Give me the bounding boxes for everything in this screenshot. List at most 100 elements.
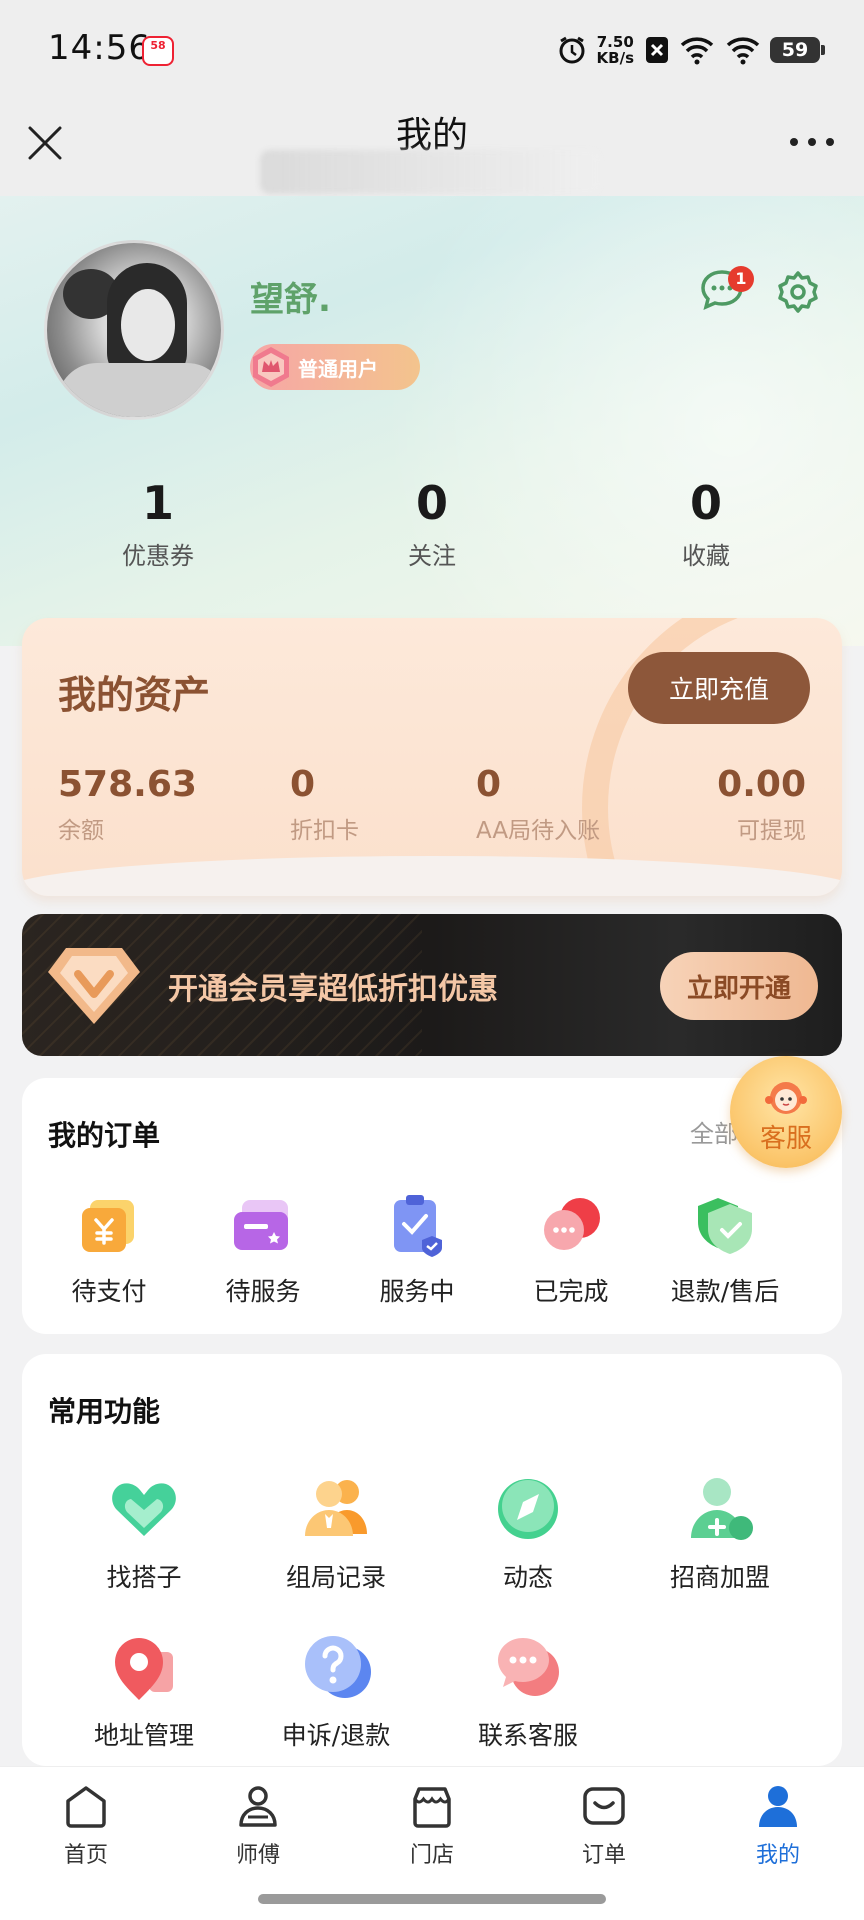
- order-label: 待支付: [71, 1277, 147, 1306]
- question-icon: [305, 1636, 371, 1698]
- order-label: 退款/售后: [670, 1277, 780, 1306]
- order-label: 已完成: [533, 1277, 609, 1306]
- tab-label: 我的: [755, 1843, 800, 1868]
- home-indicator[interactable]: [258, 1894, 606, 1904]
- stat-label: 优惠券: [122, 542, 194, 570]
- stat-label: 关注: [408, 542, 456, 570]
- function-label: 找搭子: [106, 1563, 182, 1592]
- functions-card: 常用功能 找搭子 组局记录 动态 招商加盟 地址管理 申诉/退款 联系客服: [22, 1354, 842, 1766]
- order-label: 服务中: [379, 1277, 455, 1306]
- asset-label: AA局待入账: [476, 818, 601, 844]
- function-label: 地址管理: [93, 1721, 194, 1750]
- asset-value: 0: [290, 764, 316, 805]
- function-label: 招商加盟: [669, 1563, 770, 1592]
- battery-icon: 59: [770, 37, 825, 63]
- tab-label: 门店: [409, 1843, 454, 1868]
- function-address[interactable]: 地址管理: [54, 1628, 234, 1752]
- group-icon: [305, 1480, 367, 1536]
- stat-coupons[interactable]: 1 优惠券: [58, 476, 258, 571]
- profile-stats: 1 优惠券 0 关注 0 收藏: [0, 476, 864, 586]
- asset-balance[interactable]: 578.63 余额: [58, 764, 197, 845]
- tab-orders[interactable]: 订单: [544, 1781, 664, 1869]
- vip-badge-icon: [48, 948, 140, 1024]
- asset-label: 可提现: [737, 818, 806, 844]
- blurred-area: [260, 150, 600, 194]
- order-completed[interactable]: 已完成: [496, 1190, 646, 1308]
- status-bar: 14:56 58 7.50 KB/s 59: [0, 0, 864, 100]
- assets-card: 我的资产 立即充值 578.63 余额 0 折扣卡 0 AA局待入账 0.00 可提现: [22, 618, 842, 896]
- tab-home[interactable]: 首页: [26, 1781, 146, 1869]
- function-franchise[interactable]: 招商加盟: [630, 1470, 810, 1594]
- function-contact-service[interactable]: 联系客服: [438, 1628, 618, 1752]
- gear-icon[interactable]: [776, 270, 820, 314]
- add-user-icon: [691, 1478, 753, 1540]
- sim-off-icon: [646, 37, 668, 63]
- order-refund-aftersale[interactable]: 退款/售后: [650, 1190, 800, 1308]
- profile-header: 望舒. 普通用户 1 1 优惠券 0 关注 0 收藏: [0, 196, 864, 646]
- function-label: 联系客服: [477, 1721, 578, 1750]
- vip-banner[interactable]: 开通会员享超低折扣优惠 立即开通: [22, 914, 842, 1056]
- avatar[interactable]: [44, 240, 224, 420]
- function-moments[interactable]: 动态: [438, 1470, 618, 1594]
- home-icon: [66, 1786, 106, 1828]
- functions-title: 常用功能: [48, 1395, 161, 1428]
- customer-service-label: 客服: [759, 1124, 812, 1154]
- tab-masters[interactable]: 师傅: [198, 1781, 318, 1869]
- tab-label: 师傅: [235, 1843, 280, 1868]
- more-icon[interactable]: [786, 134, 838, 150]
- open-vip-button[interactable]: 立即开通: [660, 952, 818, 1020]
- asset-discount-card[interactable]: 0 折扣卡: [290, 764, 359, 845]
- asset-value: 0: [476, 764, 502, 805]
- yen-wallet-icon: [82, 1200, 134, 1252]
- recharge-button[interactable]: 立即充值: [628, 652, 810, 724]
- store-icon: [413, 1787, 451, 1828]
- app-logo-icon: 58: [142, 36, 174, 66]
- tab-label: 订单: [581, 1843, 626, 1868]
- function-find-partner[interactable]: 找搭子: [54, 1470, 234, 1594]
- tab-stores[interactable]: 门店: [372, 1781, 492, 1869]
- crown-icon: [246, 342, 296, 392]
- order-pending-service[interactable]: 待服务: [188, 1190, 338, 1308]
- asset-withdrawable[interactable]: 0.00 可提现: [717, 764, 806, 845]
- function-appeal-refund[interactable]: 申诉/退款: [246, 1628, 426, 1752]
- chat-bubbles-icon: [544, 1198, 600, 1250]
- handshake-icon: [112, 1483, 176, 1536]
- order-label: 待服务: [225, 1277, 301, 1306]
- asset-aa-pending[interactable]: 0 AA局待入账: [476, 764, 600, 845]
- alarm-icon: [559, 36, 585, 64]
- member-level-badge: 普通用户: [250, 344, 420, 390]
- asset-value: 578.63: [58, 764, 197, 805]
- compass-icon: [498, 1479, 558, 1539]
- stat-label: 收藏: [682, 542, 730, 570]
- username[interactable]: 望舒.: [250, 272, 331, 321]
- stat-following[interactable]: 0 关注: [332, 476, 532, 571]
- tab-label: 首页: [63, 1843, 108, 1868]
- network-speed: 7.50 KB/s: [596, 33, 634, 67]
- order-pending-payment[interactable]: 待支付: [34, 1190, 184, 1308]
- status-time: 14:56: [48, 28, 151, 68]
- location-icon: [115, 1638, 173, 1700]
- function-label: 动态: [502, 1563, 553, 1592]
- order-in-service[interactable]: 服务中: [342, 1190, 492, 1308]
- wifi-plus-icon: [680, 37, 714, 65]
- member-level-label: 普通用户: [298, 356, 378, 381]
- orders-title: 我的订单: [48, 1119, 161, 1152]
- orders-card: 我的订单 全部 待支付 待服务 服务中 已完成 退款/售后: [22, 1078, 842, 1334]
- vip-promo-text: 开通会员享超低折扣优惠: [168, 972, 498, 1007]
- status-icons: 7.50 KB/s 59: [557, 30, 825, 70]
- card-icon: [234, 1200, 288, 1250]
- asset-value: 0.00: [717, 764, 806, 805]
- clipboard-check-icon: [394, 1195, 442, 1257]
- stat-value: 0: [415, 476, 448, 530]
- stat-favorites[interactable]: 0 收藏: [606, 476, 806, 571]
- customer-service-float-button[interactable]: 客服: [730, 1056, 842, 1168]
- order-bag-icon: [583, 1787, 625, 1825]
- chat-icon: [498, 1638, 559, 1696]
- function-group-records[interactable]: 组局记录: [246, 1470, 426, 1594]
- stat-value: 0: [689, 476, 722, 530]
- stat-value: 1: [141, 476, 174, 530]
- tab-mine[interactable]: 我的: [718, 1781, 838, 1869]
- asset-label: 折扣卡: [290, 818, 359, 844]
- shield-check-icon: [698, 1198, 752, 1254]
- asset-label: 余额: [58, 818, 104, 844]
